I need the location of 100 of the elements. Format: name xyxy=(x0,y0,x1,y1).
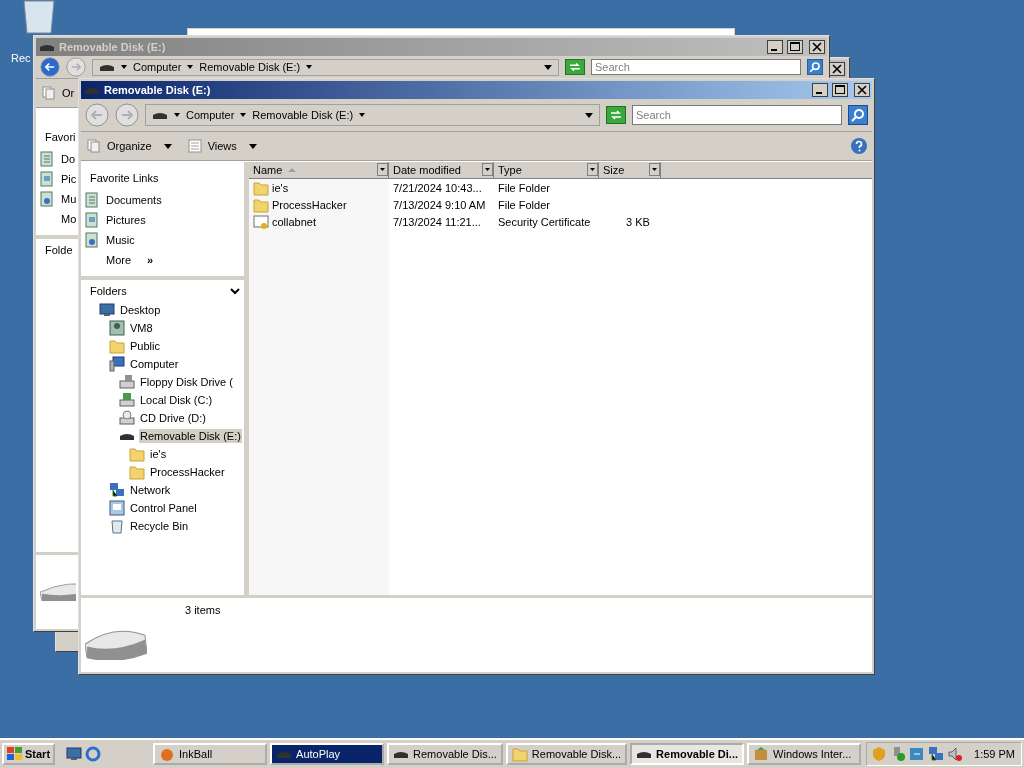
section-title: Favori xyxy=(45,131,76,143)
browser-icon xyxy=(85,746,102,762)
taskbar-button[interactable]: Removable Di... xyxy=(630,743,745,765)
usb-drive-icon xyxy=(39,43,55,51)
folder-icon xyxy=(511,746,528,762)
caret-icon xyxy=(544,64,552,70)
caret-icon xyxy=(174,113,180,117)
folder-tree-item[interactable]: Removable Disk (E:) xyxy=(139,429,242,443)
folder-tree-item[interactable]: ie's xyxy=(149,447,168,461)
minimize-button[interactable] xyxy=(767,40,783,54)
folder-tree-item[interactable]: Network xyxy=(129,483,172,497)
favorite-link[interactable]: Pic xyxy=(39,169,77,189)
maximize-button[interactable] xyxy=(787,40,803,54)
folder-tree-item[interactable]: CD Drive (D:) xyxy=(139,411,207,425)
folder-icon xyxy=(129,464,145,480)
favorite-link[interactable]: Music xyxy=(84,230,135,250)
folder-tree-item[interactable]: Recycle Bin xyxy=(129,519,190,533)
column-menu-button[interactable] xyxy=(377,163,388,176)
file-name[interactable]: ie's xyxy=(249,179,389,196)
taskbar-button[interactable]: Removable Dis... xyxy=(387,743,503,765)
column-menu-button[interactable] xyxy=(482,163,493,176)
file-name[interactable]: ProcessHacker xyxy=(249,196,389,213)
favorite-link[interactable]: More » xyxy=(84,250,154,270)
start-button[interactable]: Start xyxy=(2,743,56,765)
favorite-link[interactable]: Pictures xyxy=(84,210,146,230)
column-header[interactable]: Type xyxy=(494,162,599,178)
windows-flag-icon xyxy=(7,747,23,761)
recycle-bin-icon[interactable] xyxy=(22,0,56,34)
column-menu-button[interactable] xyxy=(649,163,660,176)
favorite-link[interactable]: Mu xyxy=(39,189,77,209)
folder-tree-item[interactable]: Public xyxy=(129,339,161,353)
monitor-icon xyxy=(66,746,83,762)
table-cell-text: Security Certificate xyxy=(497,215,592,228)
column-header[interactable]: Name xyxy=(249,162,389,178)
organize-button[interactable]: Or xyxy=(40,84,77,102)
folder-tree-item[interactable]: Floppy Disk Drive ( xyxy=(139,375,234,389)
usb-drive-icon xyxy=(152,111,168,119)
drive-icon xyxy=(119,392,135,408)
favorite-link[interactable]: Mo xyxy=(39,209,77,229)
caret-icon xyxy=(121,65,127,69)
file-name[interactable]: collabnet xyxy=(249,213,389,230)
taskbar-button[interactable]: InkBall xyxy=(153,743,268,765)
chevron-down-icon xyxy=(230,287,240,295)
computer-icon xyxy=(109,356,125,372)
caret-icon xyxy=(187,65,194,69)
refresh-button[interactable] xyxy=(565,59,585,75)
window-title: Removable Disk (E:) xyxy=(59,41,166,53)
taskbar-button[interactable]: AutoPlay xyxy=(270,743,385,765)
usb-drive-icon xyxy=(99,63,115,71)
caret-icon xyxy=(240,113,247,117)
search-field[interactable]: Search xyxy=(632,105,842,125)
address-bar[interactable]: Computer Removable Disk (E:) xyxy=(92,58,559,76)
recycle-bin-icon xyxy=(109,518,125,534)
usb-drive-icon xyxy=(84,86,100,94)
taskbar-button[interactable]: Removable Disk... xyxy=(505,743,628,765)
volume-icon xyxy=(947,746,964,762)
column-header[interactable]: Date modified xyxy=(389,162,494,178)
folder-tree-item[interactable]: Control Panel xyxy=(129,501,198,515)
caret-icon xyxy=(306,65,313,69)
user-icon xyxy=(109,320,125,336)
network-icon xyxy=(928,746,945,762)
maximize-button[interactable] xyxy=(832,83,848,97)
usb-drive-icon xyxy=(636,750,653,758)
folder-icon xyxy=(129,446,145,462)
taskbar-button[interactable]: Windows Inter... xyxy=(747,743,862,765)
folder-tree-item[interactable]: ProcessHacker xyxy=(149,465,226,479)
folder-icon xyxy=(253,179,269,196)
usb-drive-icon xyxy=(119,432,135,440)
certificate-icon xyxy=(253,213,269,230)
folder-tree-item[interactable]: Desktop xyxy=(119,303,162,317)
picture-icon xyxy=(84,212,100,228)
box-icon xyxy=(753,746,770,762)
picture-icon xyxy=(39,171,55,187)
folder-tree-item[interactable]: VM8 xyxy=(129,321,154,335)
search-button[interactable] xyxy=(807,59,823,75)
favorite-link[interactable]: Documents xyxy=(84,190,162,210)
minimize-button[interactable] xyxy=(812,83,828,97)
clock: 1:59 PM xyxy=(974,748,1015,760)
folder-tree-item[interactable]: Computer xyxy=(129,357,180,371)
shield-icon xyxy=(871,746,888,762)
favorite-link[interactable]: Do xyxy=(39,149,76,169)
address-bar[interactable]: Computer Removable Disk (E:) xyxy=(145,104,600,126)
table-cell-text: File Folder xyxy=(497,181,551,194)
caret-icon xyxy=(585,112,593,118)
column-header[interactable]: Size xyxy=(599,162,661,178)
table-cell-text: 3 KB xyxy=(625,215,651,228)
back-button[interactable] xyxy=(40,57,60,77)
section-title: Folders xyxy=(90,285,127,297)
music-icon xyxy=(84,232,100,248)
column-menu-button[interactable] xyxy=(587,163,598,176)
folder-tree-item[interactable]: Local Disk (C:) xyxy=(139,393,214,407)
search-field[interactable]: Search xyxy=(591,59,801,75)
refresh-button[interactable] xyxy=(606,106,626,124)
views-button[interactable]: Views xyxy=(185,137,259,155)
search-button[interactable] xyxy=(848,105,868,125)
folder-icon xyxy=(253,196,269,213)
close-button[interactable] xyxy=(809,40,825,54)
close-button[interactable] xyxy=(854,83,870,97)
organize-button[interactable]: Organize xyxy=(85,137,174,155)
floppy-icon xyxy=(119,374,135,390)
